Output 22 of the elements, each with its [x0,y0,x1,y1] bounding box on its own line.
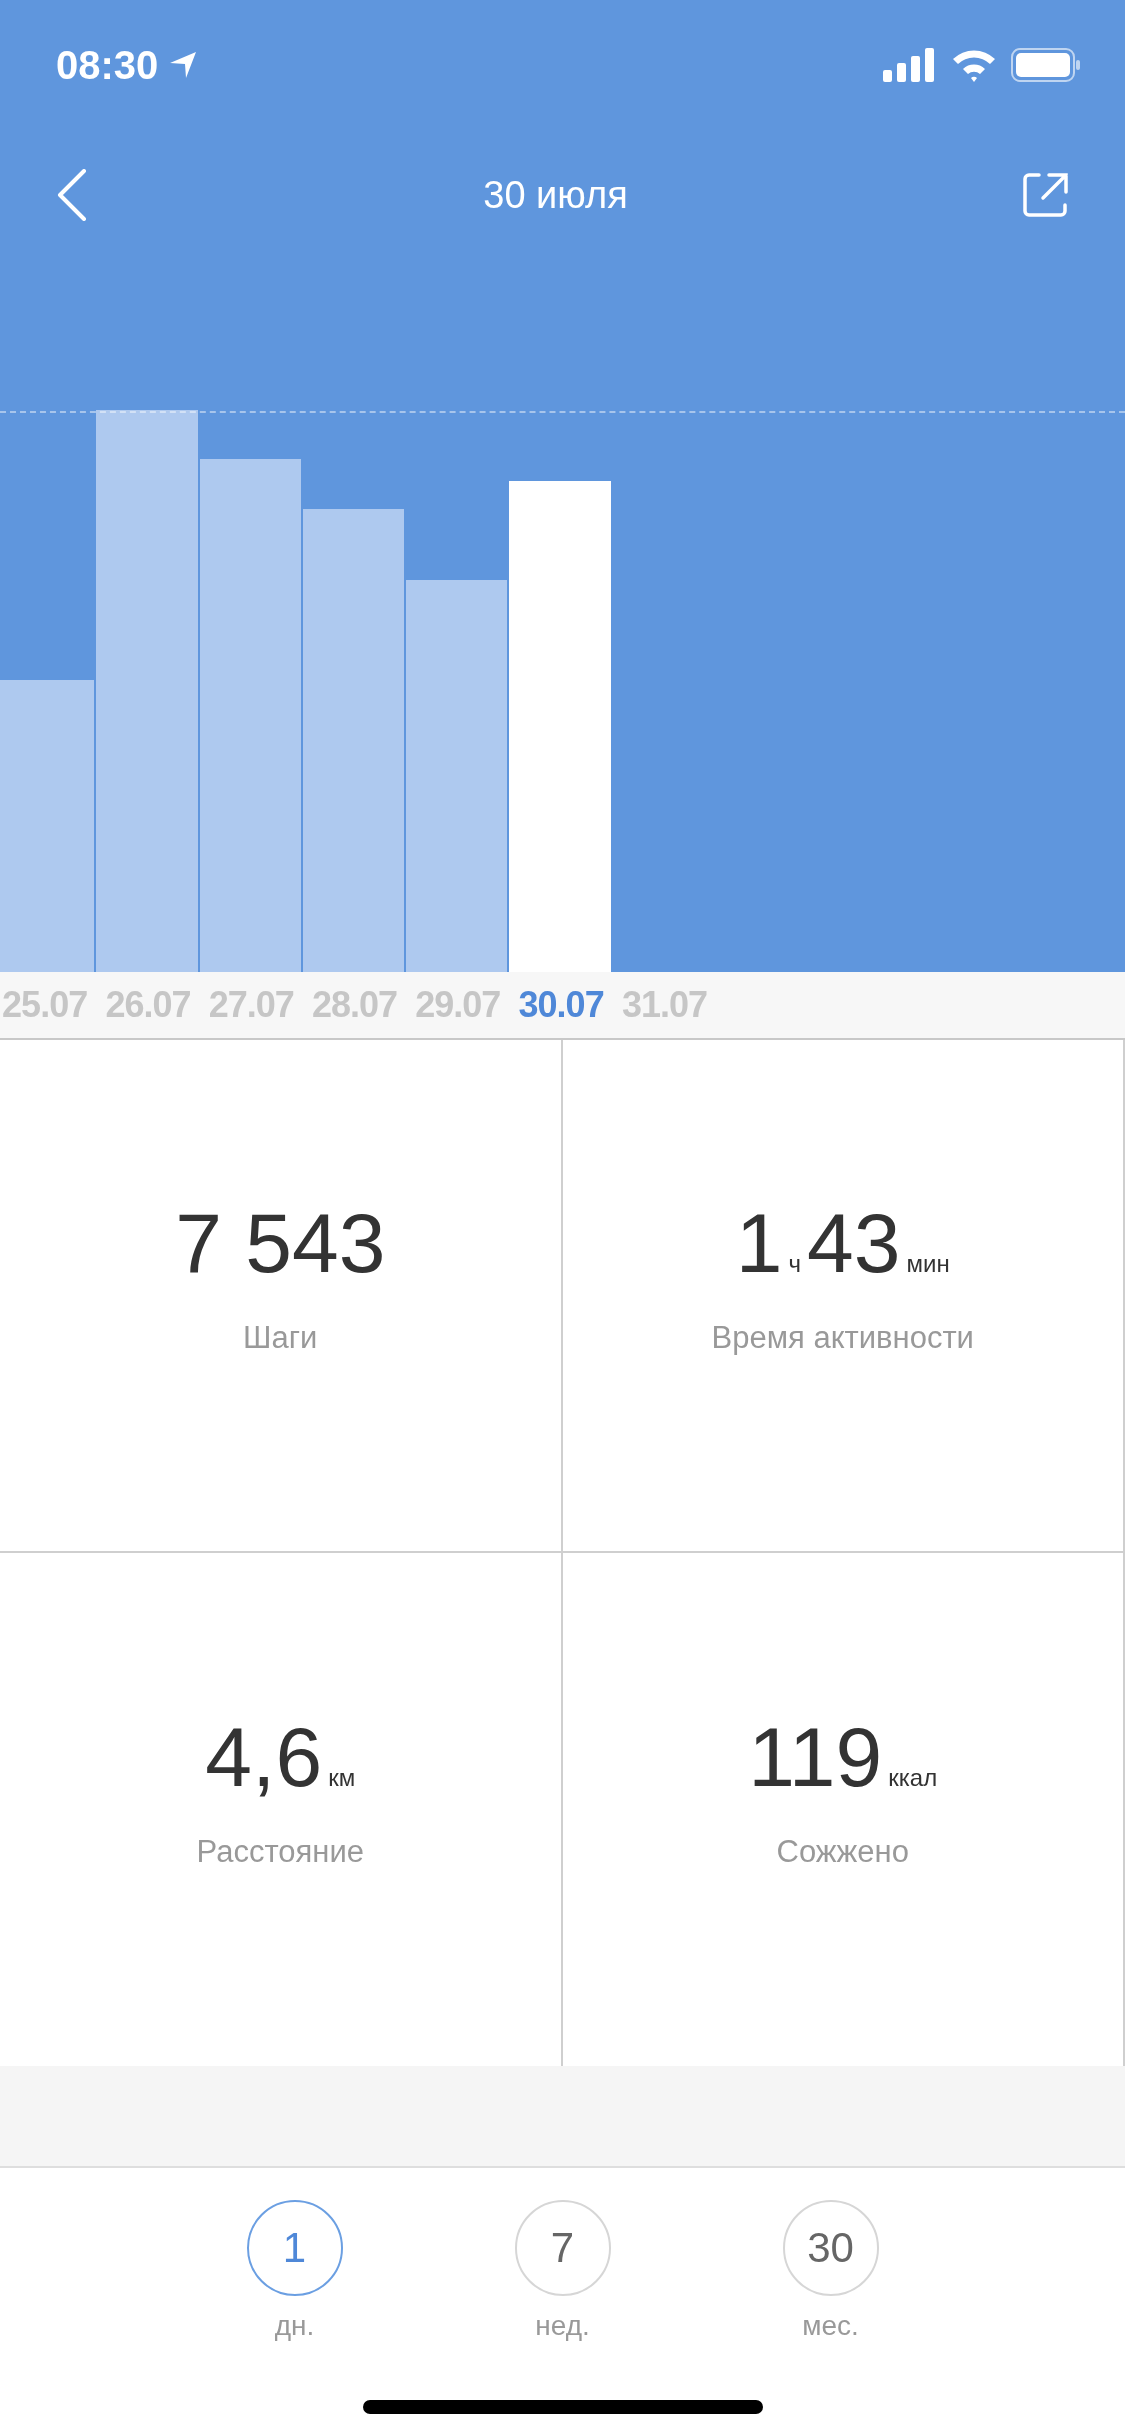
period-button[interactable]: 7 [514,2200,611,2296]
period-button[interactable]: 1 [246,2200,343,2296]
stat-label: Сожжено [776,1834,909,1870]
stat-value: 119 [748,1709,883,1806]
period-label: дн. [274,2310,315,2342]
status-time: 08:30 [56,42,159,88]
stat-unit: км [328,1764,356,1792]
date-label[interactable]: 30.07 [509,984,613,1026]
stat-value: 7 543 [175,1195,386,1292]
period-label: мес. [802,2310,859,2342]
stat-label: Время активности [711,1320,974,1356]
stat-unit: ч [788,1250,802,1278]
period-button[interactable]: 30 [782,2200,879,2296]
stat-value: 1 [735,1195,783,1292]
stat-value: 43 [807,1195,901,1292]
stat-label: Шаги [243,1320,318,1356]
stat-unit: ккал [888,1764,938,1792]
period-label: нед. [535,2310,590,2342]
stat-unit: мин [906,1250,950,1278]
stat-label: Расстояние [196,1834,364,1870]
stat-value: 4,6 [205,1709,323,1806]
header-title: 30 июля [483,173,628,217]
